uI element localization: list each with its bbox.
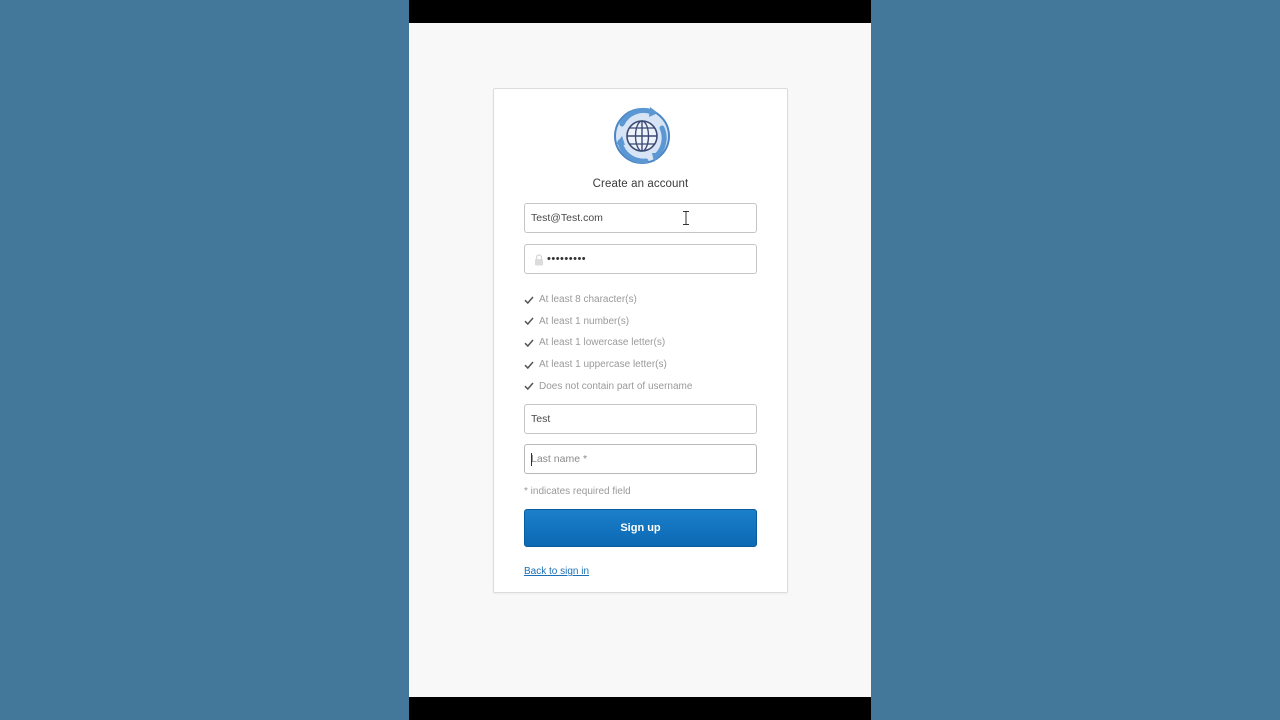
- password-field[interactable]: [524, 244, 757, 274]
- requirement-label: At least 1 uppercase letter(s): [539, 359, 667, 371]
- text-caret: [531, 453, 532, 466]
- requirement-label: At least 1 number(s): [539, 315, 630, 327]
- back-to-sign-in-link[interactable]: Back to sign in: [524, 566, 589, 577]
- checkmark-icon: [524, 339, 534, 348]
- checkmark-icon: [524, 361, 534, 369]
- page-screen: Create an account At: [409, 23, 871, 697]
- password-requirements: At least 8 character(s) At least 1 numbe…: [524, 289, 764, 397]
- globe-with-arrows-icon: [614, 107, 670, 164]
- checkmark-icon: [524, 296, 534, 304]
- email-input[interactable]: [525, 204, 756, 232]
- email-field[interactable]: [524, 203, 757, 233]
- requirement-no-username: Does not contain part of username: [524, 375, 764, 397]
- requirement-label: At least 8 character(s): [539, 294, 637, 306]
- requirement-uppercase: At least 1 uppercase letter(s): [524, 354, 764, 376]
- requirement-label: At least 1 lowercase letter(s): [539, 337, 666, 349]
- first-name-input[interactable]: [525, 405, 756, 433]
- checkmark-icon: [524, 317, 534, 326]
- last-name-field[interactable]: [524, 444, 757, 474]
- requirement-lowercase: At least 1 lowercase letter(s): [524, 332, 764, 354]
- sign-up-button[interactable]: Sign up: [524, 509, 757, 547]
- first-name-field[interactable]: [524, 404, 757, 434]
- requirement-number: At least 1 number(s): [524, 311, 764, 333]
- signup-card: Create an account At: [493, 88, 788, 593]
- page-title: Create an account: [592, 178, 689, 190]
- requirement-label: Does not contain part of username: [539, 380, 693, 392]
- last-name-input[interactable]: [525, 445, 756, 473]
- required-field-note: * indicates required field: [524, 486, 631, 497]
- text-cursor-icon: [683, 211, 689, 225]
- phone-viewport: Create an account At: [409, 0, 871, 720]
- requirement-min-length: At least 8 character(s): [524, 289, 764, 311]
- checkmark-icon: [524, 382, 534, 391]
- password-input[interactable]: [525, 245, 756, 273]
